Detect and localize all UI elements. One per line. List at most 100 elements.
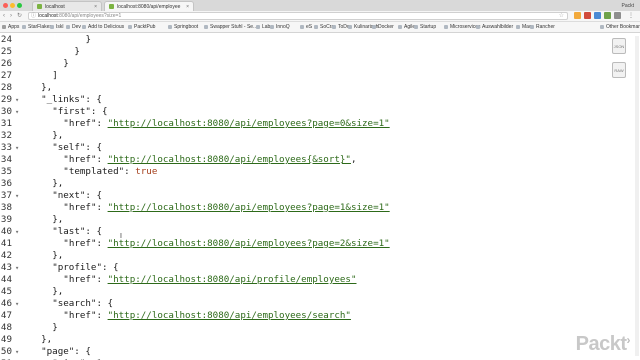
tab-localhost[interactable]: localhost × <box>32 1 102 11</box>
back-icon[interactable]: ‹ <box>3 11 5 21</box>
bookmark-item[interactable]: Docker <box>372 22 394 32</box>
json-key: "search" <box>52 298 97 309</box>
scrollbar[interactable] <box>635 36 639 356</box>
raw-view-label: RAW <box>614 68 624 73</box>
json-punctuation: } <box>52 322 58 333</box>
bookmark-item[interactable]: eS <box>300 22 312 32</box>
folder-icon <box>270 25 274 29</box>
bookmark-item[interactable]: Agile <box>398 22 415 32</box>
bookmark-label: Auswahlbilder <box>482 24 514 30</box>
bookmark-item[interactable]: Swapper Stuhl - Se... <box>204 22 257 32</box>
bookmark-item[interactable]: Startup <box>414 22 436 32</box>
folder-icon <box>398 25 402 29</box>
bookmark-star-icon[interactable]: ☆ <box>559 13 564 20</box>
tab-employees[interactable]: localhost:8080/api/employee × <box>104 1 194 11</box>
close-tab-icon[interactable]: × <box>186 2 189 11</box>
json-key: "templated" <box>63 166 125 177</box>
minimize-window-button[interactable] <box>10 3 15 8</box>
folder-icon <box>82 25 86 29</box>
json-punctuation: : <box>96 274 108 285</box>
json-boolean: true <box>135 166 158 177</box>
extension-icon[interactable] <box>574 12 581 19</box>
bookmark-item[interactable]: StarFlakes <box>22 22 52 32</box>
bookmarks-bar: Apps StarFlakes Iskl Dev Add to Delicious Pac… <box>0 22 640 33</box>
extension-icon[interactable] <box>604 12 611 19</box>
json-link[interactable]: "http://localhost:8080/api/employees?pag… <box>108 118 390 129</box>
bookmark-item[interactable]: Lab <box>256 22 270 32</box>
bookmark-item[interactable]: Other Bookmarks <box>600 22 640 32</box>
maximize-window-button[interactable] <box>17 3 22 8</box>
json-punctuation: : <box>96 310 108 321</box>
json-punctuation: }, <box>41 334 53 345</box>
json-punctuation: : { <box>90 106 108 117</box>
bookmark-item[interactable]: Iskl <box>50 22 64 32</box>
bookmark-item[interactable]: Rancher <box>530 22 555 32</box>
json-punctuation: : <box>96 154 108 165</box>
json-punctuation: }, <box>41 82 53 93</box>
bookmark-label: Add to Delicious <box>88 24 125 30</box>
json-key: "first" <box>52 106 91 117</box>
json-punctuation: : { <box>96 298 114 309</box>
json-link[interactable]: "http://localhost:8080/api/profile/emplo… <box>108 274 357 285</box>
json-link[interactable]: "http://localhost:8080/api/employees{&so… <box>108 154 351 165</box>
json-punctuation: : <box>96 202 108 213</box>
bookmark-label: Iskl <box>56 24 64 30</box>
folder-icon <box>300 25 304 29</box>
profile-name[interactable]: Packt <box>621 1 634 11</box>
json-punctuation: : { <box>85 94 102 105</box>
folder-icon <box>530 25 534 29</box>
bookmark-item[interactable]: PacktPub <box>128 22 155 32</box>
json-link[interactable]: "http://localhost:8080/api/employees/sea… <box>108 310 351 321</box>
text-cursor-icon: I <box>120 233 122 240</box>
json-punctuation: : <box>124 166 136 177</box>
close-window-button[interactable] <box>3 3 8 8</box>
json-punctuation: : { <box>85 226 102 237</box>
close-tab-icon[interactable]: × <box>94 2 97 11</box>
extension-icon[interactable] <box>594 12 601 19</box>
folder-icon <box>204 25 208 29</box>
address-path: :8080/api/employees?size=1 <box>57 13 122 19</box>
menu-icon[interactable]: ⋮ <box>628 11 634 21</box>
extension-icon[interactable] <box>614 12 621 19</box>
bookmark-label: Springboot <box>174 24 199 30</box>
folder-icon <box>50 25 54 29</box>
bookmark-item[interactable]: Apps <box>2 22 19 32</box>
json-link[interactable]: "http://localhost:8080/api/employees?pag… <box>108 202 390 213</box>
bookmark-label: Startup <box>420 24 437 30</box>
packt-logo-text: Packt <box>575 333 627 355</box>
json-punctuation: }, <box>52 130 64 141</box>
extension-icon[interactable] <box>584 12 591 19</box>
bookmark-item[interactable]: Springboot <box>168 22 198 32</box>
bookmark-label: Apps <box>8 24 20 30</box>
favicon-icon <box>109 4 114 9</box>
json-punctuation: } <box>85 34 92 45</box>
bookmark-label: PacktPub <box>134 24 156 30</box>
json-punctuation: : { <box>101 262 119 273</box>
address-bar[interactable]: ⓘ localhost:8080/api/employees?size=1 ☆ <box>28 12 568 20</box>
forward-icon[interactable]: › <box>10 11 12 21</box>
json-punctuation: : { <box>74 346 91 357</box>
bookmark-label: Swapper Stuhl - Se... <box>210 24 258 30</box>
raw-view-icon[interactable]: RAW <box>612 62 626 78</box>
info-icon[interactable]: ⓘ <box>31 13 36 20</box>
json-key: "page" <box>41 346 75 357</box>
toolbar: ‹ › ↻ ⓘ localhost:8080/api/employees?siz… <box>0 11 640 22</box>
folder-icon <box>348 25 352 29</box>
json-link[interactable]: "http://localhost:8080/api/employees?pag… <box>108 238 390 249</box>
json-punctuation: : { <box>85 190 102 201</box>
bookmark-label: eS <box>306 24 313 30</box>
json-punctuation: : { <box>85 142 102 153</box>
bookmark-label: Rancher <box>536 24 555 30</box>
folder-icon <box>372 25 376 29</box>
folder-icon <box>516 25 520 29</box>
json-view-icon[interactable]: JSON <box>612 38 626 54</box>
reload-icon[interactable]: ↻ <box>17 11 22 21</box>
bookmark-item[interactable]: Auswahlbilder <box>476 22 513 32</box>
bookmark-item[interactable]: Add to Delicious <box>82 22 124 32</box>
json-key: "profile" <box>52 262 102 273</box>
bookmark-item[interactable]: InnoQ <box>270 22 290 32</box>
bookmark-item[interactable]: Dev <box>66 22 81 32</box>
bookmark-label: Other Bookmarks <box>606 24 640 30</box>
folder-icon <box>128 25 132 29</box>
json-key: "href" <box>63 310 97 321</box>
